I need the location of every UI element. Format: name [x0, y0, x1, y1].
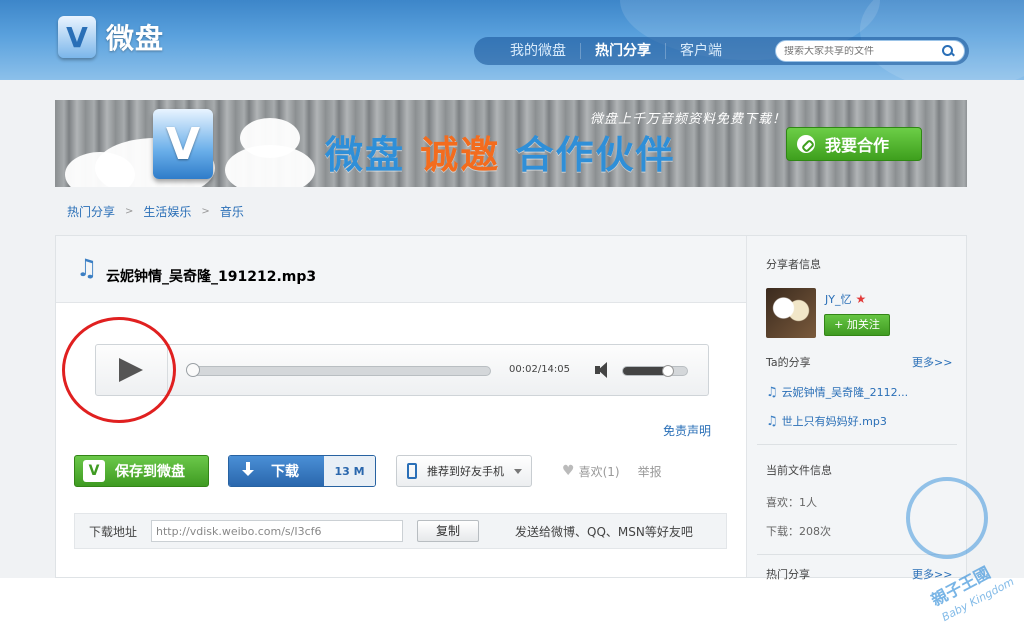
top-header: V 微盘 我的微盘 热门分享 客户端: [0, 0, 1024, 80]
more-shares-link[interactable]: 更多>>: [912, 354, 952, 370]
breadcrumb-entertainment[interactable]: 生活娱乐: [143, 203, 191, 220]
site-logo[interactable]: V 微盘: [58, 16, 164, 58]
download-count: 下载：208次: [766, 525, 831, 538]
volume-slider[interactable]: [622, 366, 688, 376]
breadcrumb-music[interactable]: 音乐: [220, 203, 244, 220]
volume-fill: [623, 367, 668, 375]
audio-player: 00:02/14:05: [95, 344, 709, 396]
share-hint: 发送给微博、QQ、MSN等好友吧: [515, 524, 693, 539]
file-info-title: 当前文件信息: [766, 464, 832, 477]
copy-button[interactable]: 复制: [417, 520, 480, 542]
playback-time: 00:02/14:05: [509, 364, 571, 375]
file-size: 13 M: [324, 456, 375, 486]
download-main[interactable]: 下载: [229, 456, 324, 486]
chevron-right-icon: >: [125, 206, 134, 217]
download-label: 下载: [271, 464, 299, 480]
heart-icon: ♥: [562, 463, 575, 479]
chevron-down-icon: [514, 468, 522, 474]
send-to-phone-label: 推荐到好友手机: [427, 465, 504, 478]
report-link[interactable]: 举报: [638, 463, 662, 480]
banner-title: 微盘 诚邀 合作伙伴: [325, 124, 676, 179]
banner-logo-icon: V: [153, 109, 213, 179]
banner-title-part1: 微盘: [325, 133, 406, 177]
save-to-disk-button[interactable]: V 保存到微盘: [74, 455, 209, 487]
progress-bar[interactable]: [188, 366, 491, 376]
vdisk-logo-icon: V: [58, 16, 96, 58]
banner-title-part2: 合作伙伴: [515, 133, 676, 177]
share-item-label: 云妮钟情_吴奇隆_2112...: [781, 386, 909, 399]
like-label: 喜欢(1): [578, 464, 620, 479]
music-note-icon: ♫: [76, 254, 98, 282]
download-url-field[interactable]: [151, 520, 404, 542]
avatar[interactable]: [766, 288, 816, 338]
nav-hot-share[interactable]: 热门分享: [581, 43, 666, 59]
share-item[interactable]: ♫ 世上只有妈妈好.mp3: [766, 413, 887, 429]
breadcrumb: 热门分享 > 生活娱乐 > 音乐: [67, 203, 244, 220]
share-item[interactable]: ♫ 云妮钟情_吴奇隆_2112...: [766, 384, 908, 400]
link-icon: [797, 135, 815, 153]
cloud-decoration: [225, 145, 315, 187]
username-link[interactable]: JY_忆 ★: [825, 291, 866, 307]
music-note-icon: ♫: [766, 384, 778, 400]
baby-face-icon: [906, 477, 988, 559]
share-item-label: 世上只有妈妈好.mp3: [781, 415, 887, 428]
save-button-label: 保存到微盘: [115, 464, 185, 480]
like-count: 喜欢：1人: [766, 496, 817, 509]
volume-icon[interactable]: [595, 362, 613, 378]
file-panel: ♫ 云妮钟情_吴奇隆_191212.mp3 00:02/14:05 免责声明 V…: [55, 235, 967, 581]
nav-my-disk[interactable]: 我的微盘: [496, 43, 581, 59]
phone-icon: [407, 463, 417, 479]
action-bar: V 保存到微盘 下载 13 M 推荐到好友手机 ♥ 喜欢(1) 举报: [74, 455, 662, 487]
nav-client[interactable]: 客户端: [666, 43, 736, 59]
banner-title-highlight: 诚邀: [420, 133, 501, 177]
banner-slogan: 微盘上千万音频资料免费下载！: [590, 112, 787, 127]
logo-text: 微盘: [106, 22, 165, 55]
breadcrumb-hot-share[interactable]: 热门分享: [67, 203, 115, 220]
sharer-info-title: 分享者信息: [766, 258, 821, 271]
search-input[interactable]: [784, 45, 940, 57]
download-address-bar: 下载地址 复制 发送给微博、QQ、MSN等好友吧: [74, 513, 727, 549]
download-icon: [239, 462, 257, 480]
user-shares-title: Ta的分享: [766, 356, 811, 369]
like-button[interactable]: ♥ 喜欢(1): [562, 463, 620, 480]
search-box: [775, 40, 965, 62]
disclaimer-link[interactable]: 免责声明: [663, 422, 711, 439]
promo-banner[interactable]: V 微盘 诚邀 合作伙伴 微盘上千万音频资料免费下载！ 我要合作: [55, 100, 967, 187]
music-note-icon: ♫: [766, 413, 778, 429]
search-icon[interactable]: [940, 43, 956, 59]
watermark-logo: 親子王國 Baby Kingdom: [900, 445, 1020, 623]
hot-share-title: 热门分享: [766, 568, 810, 581]
cooperate-button[interactable]: 我要合作: [786, 127, 922, 161]
progress-handle[interactable]: [186, 363, 200, 377]
annotation-circle: [62, 317, 176, 423]
send-to-phone-dropdown[interactable]: 推荐到好友手机: [396, 455, 532, 487]
file-header: ♫ 云妮钟情_吴奇隆_191212.mp3: [56, 236, 746, 303]
file-name: 云妮钟情_吴奇隆_191212.mp3: [106, 269, 317, 285]
chevron-right-icon: >: [201, 206, 210, 217]
cooperate-button-label: 我要合作: [825, 136, 890, 155]
main-nav: 我的微盘 热门分享 客户端: [474, 37, 969, 65]
username: JY_忆: [825, 293, 852, 306]
vdisk-icon: V: [83, 460, 105, 482]
download-button[interactable]: 下载 13 M: [228, 455, 376, 487]
follow-button[interactable]: + 加关注: [824, 314, 890, 336]
download-address-label: 下载地址: [89, 524, 138, 539]
star-icon: ★: [855, 292, 867, 306]
